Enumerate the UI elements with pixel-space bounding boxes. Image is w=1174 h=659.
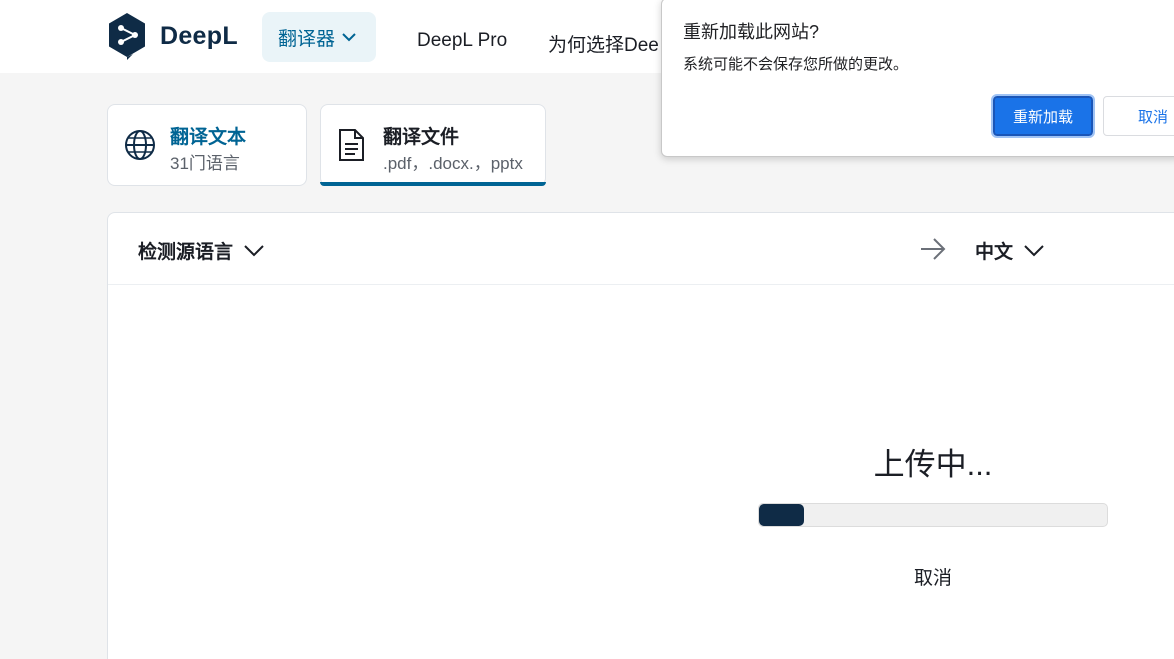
upload-status-text: 上传中... (873, 447, 993, 482)
tab-translate-text-title: 翻译文本 (170, 127, 247, 148)
tab-translate-file[interactable]: 翻译文件 .pdf，.docx.，pptx (320, 104, 546, 186)
translator-menu-label: 翻译器 (278, 28, 336, 50)
source-language-select[interactable]: 检测源语言 (138, 237, 265, 264)
reload-button[interactable]: 重新加载 (991, 94, 1095, 138)
dialog-cancel-button[interactable]: 取消 (1103, 96, 1174, 136)
tab-translate-text[interactable]: 翻译文本 31门语言 (107, 104, 307, 186)
translator-menu-button[interactable]: 翻译器 (262, 12, 376, 62)
reload-site-dialog: 重新加载此网站? 系统可能不会保存您所做的更改。 重新加载 取消 (661, 0, 1174, 157)
tab-translate-file-subtitle: .pdf，.docx.，pptx (383, 154, 523, 173)
brand-name: DeepL (160, 21, 238, 50)
nav-link-why-deepl[interactable]: 为何选择Dee (548, 30, 659, 57)
active-tab-indicator (320, 182, 546, 186)
target-language-label: 中文 (975, 242, 1014, 263)
upload-progress-bar (758, 503, 1108, 527)
tab-translate-file-title: 翻译文件 (383, 127, 460, 148)
tab-translate-text-subtitle: 31门语言 (170, 154, 240, 173)
dialog-message: 系统可能不会保存您所做的更改。 (683, 56, 909, 73)
language-bar: 检测源语言 中文 (108, 213, 1174, 285)
target-language-select[interactable]: 中文 (975, 237, 1045, 264)
upload-progress-fill (759, 504, 805, 526)
deepl-logo[interactable]: DeepL (106, 12, 238, 60)
chevron-down-icon (1024, 245, 1044, 257)
translator-panel: 检测源语言 中文 上传中... 取消 (107, 212, 1174, 659)
nav-link-deepl-pro[interactable]: DeepL Pro (417, 30, 507, 52)
dialog-title: 重新加载此网站? (683, 22, 820, 42)
deepl-logo-icon (109, 13, 145, 60)
chevron-down-icon (244, 245, 264, 257)
document-icon (339, 129, 364, 161)
source-language-label: 检测源语言 (138, 242, 234, 263)
chevron-down-icon (342, 33, 356, 42)
upload-cancel-button[interactable]: 取消 (758, 563, 1108, 590)
arrow-right-icon (921, 238, 946, 260)
globe-icon (125, 130, 155, 160)
